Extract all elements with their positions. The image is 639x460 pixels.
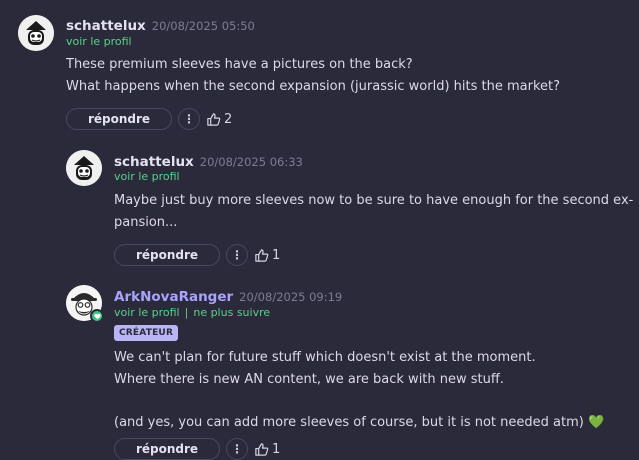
comment-text: Maybe just buy more sleeves now to be su… xyxy=(114,190,633,233)
more-options-button[interactable]: ⋮ xyxy=(178,108,200,130)
view-profile-link[interactable]: voir le profil xyxy=(114,170,180,183)
comment-line: Maybe just buy more sleeves now to be su… xyxy=(114,193,634,208)
comment-line: (and yes, you can add more sleeves of co… xyxy=(114,412,604,434)
online-status-badge xyxy=(90,309,104,323)
thumbs-up-icon xyxy=(207,112,221,126)
author-name[interactable]: schattelux xyxy=(66,18,146,34)
author-name[interactable]: schattelux xyxy=(114,154,194,170)
reply-button[interactable]: répondre xyxy=(114,244,220,266)
comment-text: We can't plan for future stuff which doe… xyxy=(114,347,604,433)
like-button[interactable]: 1 xyxy=(254,442,280,457)
reply-button[interactable]: répondre xyxy=(114,438,220,460)
comment-date: 20/08/2025 09:19 xyxy=(239,290,343,304)
reply-button[interactable]: répondre xyxy=(66,108,172,130)
view-profile-link[interactable]: voir le profil xyxy=(114,306,180,319)
pirate-avatar-icon xyxy=(18,15,54,51)
comment-text: These premium sleeves have a pictures on… xyxy=(66,54,560,97)
like-count: 2 xyxy=(224,111,233,127)
more-options-button[interactable]: ⋮ xyxy=(226,438,248,460)
pirate-avatar-icon xyxy=(66,150,102,186)
comment-line xyxy=(114,390,604,412)
like-button[interactable]: 1 xyxy=(254,248,280,263)
author-name[interactable]: ArkNovaRanger xyxy=(114,289,233,305)
comment-date: 20/08/2025 06:33 xyxy=(199,155,303,169)
unfollow-link[interactable]: ne plus suivre xyxy=(193,306,270,319)
comment-line: pansion... xyxy=(114,214,178,230)
comment-line: These premium sleeves have a pictures on… xyxy=(66,57,413,72)
like-count: 1 xyxy=(272,441,281,457)
more-options-button[interactable]: ⋮ xyxy=(226,244,248,266)
thumbs-up-icon xyxy=(255,248,269,262)
avatar[interactable] xyxy=(66,150,102,186)
more-icon: ⋮ xyxy=(183,112,195,126)
green-heart-emoji: 💚 xyxy=(587,414,605,430)
thumbs-up-icon xyxy=(255,442,269,456)
comment-line: We can't plan for future stuff which doe… xyxy=(114,350,536,365)
comment-line: Where there is new AN content, we are ba… xyxy=(114,371,504,387)
more-icon: ⋮ xyxy=(231,442,243,456)
comment-line: What happens when the second expansion (… xyxy=(66,78,560,94)
view-profile-link[interactable]: voir le profil xyxy=(66,35,132,48)
like-button[interactable]: 2 xyxy=(206,112,232,127)
comment-line-text: (and yes, you can add more sleeves of co… xyxy=(114,414,584,430)
creator-badge: CRÉATEUR xyxy=(114,325,179,341)
heart-icon xyxy=(93,313,101,319)
comment-date: 20/08/2025 05:50 xyxy=(151,19,255,33)
more-icon: ⋮ xyxy=(231,248,243,262)
link-separator: | xyxy=(184,306,189,319)
avatar[interactable] xyxy=(18,15,54,51)
like-count: 1 xyxy=(272,247,281,263)
